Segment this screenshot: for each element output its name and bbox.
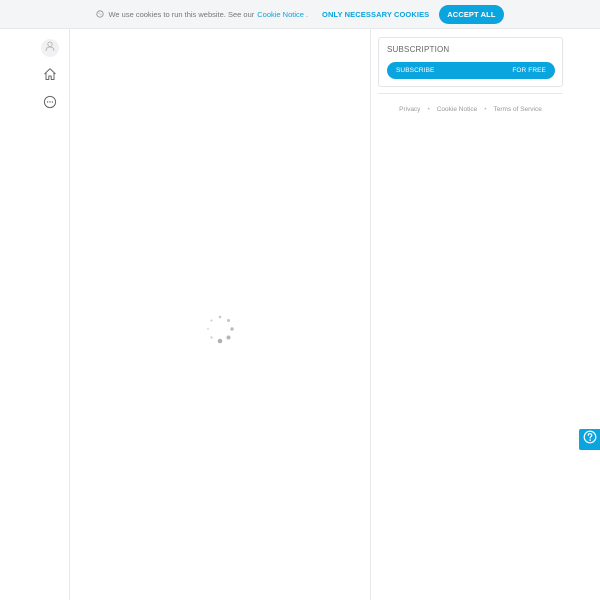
cookie-banner: We use cookies to run this website. See …: [0, 0, 600, 29]
footer-separator: •: [427, 106, 430, 113]
cookie-banner-period: .: [305, 9, 309, 19]
main-feed: [70, 29, 371, 600]
cookie-icon: [96, 10, 105, 18]
more-button[interactable]: [41, 95, 59, 113]
subscribe-label: SUBSCRIBE: [396, 67, 435, 74]
cookie-banner-text: We use cookies to run this website. See …: [108, 9, 255, 19]
loading-spinner-icon: [207, 315, 234, 344]
subscribe-price: FOR FREE: [512, 67, 546, 74]
terms-of-service-link[interactable]: Terms of Service: [493, 106, 541, 113]
footer-separator: •: [484, 106, 487, 113]
footer-links: Privacy • Cookie Notice • Terms of Servi…: [378, 106, 563, 113]
subscription-card: SUBSCRIPTION SUBSCRIBE FOR FREE: [378, 37, 563, 87]
home-button[interactable]: [41, 67, 59, 85]
cookie-notice-footer-link[interactable]: Cookie Notice: [437, 106, 477, 113]
user-icon: [44, 39, 56, 57]
only-necessary-cookies-button[interactable]: ONLY NECESSARY COOKIES: [322, 10, 429, 19]
home-icon: [43, 67, 57, 86]
accept-all-button[interactable]: ACCEPT ALL: [439, 4, 504, 24]
cookie-notice-link[interactable]: Cookie Notice: [257, 10, 304, 19]
help-button[interactable]: [579, 429, 600, 450]
more-icon: [43, 95, 57, 114]
left-nav: [0, 29, 70, 600]
privacy-link[interactable]: Privacy: [399, 106, 420, 113]
help-icon: [583, 430, 597, 449]
subscribe-button[interactable]: SUBSCRIBE FOR FREE: [387, 62, 555, 79]
profile-avatar-button[interactable]: [41, 39, 59, 57]
divider: [378, 93, 563, 94]
subscription-title: SUBSCRIPTION: [387, 45, 450, 54]
